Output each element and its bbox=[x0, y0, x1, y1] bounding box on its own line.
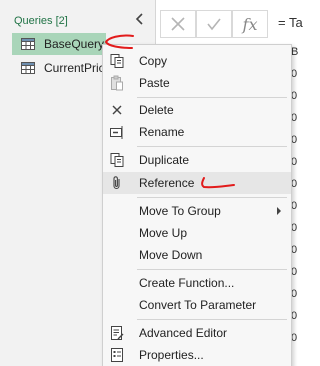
menu-separator bbox=[137, 319, 287, 320]
menu-item-label: Paste bbox=[139, 76, 170, 90]
grid-cell[interactable]: 0 bbox=[291, 222, 303, 244]
menu-item-label: Create Function... bbox=[139, 276, 235, 290]
menu-item-rename[interactable]: Rename bbox=[103, 121, 291, 143]
table-icon bbox=[21, 62, 35, 74]
menu-item-move-down[interactable]: Move Down bbox=[103, 244, 291, 266]
formula-input[interactable]: = Ta bbox=[278, 15, 318, 30]
properties-icon bbox=[111, 348, 123, 362]
paperclip-icon bbox=[113, 176, 120, 190]
fx-label: fx bbox=[242, 14, 258, 34]
cancel-formula-button[interactable] bbox=[160, 10, 196, 38]
menu-item-label: Properties... bbox=[139, 348, 204, 362]
menu-item-delete[interactable]: Delete bbox=[103, 99, 291, 121]
grid-cell[interactable]: 0 bbox=[291, 288, 303, 310]
menu-separator bbox=[137, 269, 287, 270]
menu-item-label: Move To Group bbox=[139, 204, 221, 218]
grid-cell[interactable]: 0 bbox=[291, 310, 303, 332]
menu-item-label: Copy bbox=[139, 54, 168, 68]
menu-separator bbox=[137, 97, 287, 98]
check-icon bbox=[207, 18, 221, 31]
grid-cell[interactable]: 0 bbox=[291, 332, 303, 354]
fx-button[interactable]: fx bbox=[232, 10, 268, 38]
collapse-pane-button[interactable] bbox=[133, 12, 147, 26]
grid-cell[interactable]: 0 bbox=[291, 68, 303, 90]
table-icon bbox=[21, 38, 35, 50]
duplicate-icon bbox=[110, 153, 124, 167]
menu-item-label: Move Down bbox=[139, 248, 203, 262]
grid-cell[interactable]: 0 bbox=[291, 134, 303, 156]
query-label: BaseQuery bbox=[44, 37, 105, 51]
grid-cell[interactable]: 0 bbox=[291, 90, 303, 112]
menu-item-duplicate[interactable]: Duplicate bbox=[103, 149, 291, 171]
menu-item-paste[interactable]: Paste bbox=[103, 72, 291, 94]
menu-item-label: Advanced Editor bbox=[139, 326, 228, 340]
copy-icon bbox=[110, 54, 124, 68]
menu-item-copy[interactable]: Copy bbox=[103, 50, 291, 72]
menu-separator bbox=[137, 146, 287, 147]
grid-cell[interactable]: 0 bbox=[291, 200, 303, 222]
menu-item-label: Convert To Parameter bbox=[139, 298, 257, 312]
submenu-arrow-icon bbox=[277, 207, 281, 215]
grid-cell[interactable]: 0 bbox=[291, 156, 303, 178]
close-icon bbox=[171, 17, 185, 31]
query-item-basequery[interactable]: BaseQuery bbox=[12, 33, 106, 55]
menu-item-label: Move Up bbox=[139, 226, 188, 240]
menu-item-move-to-group[interactable]: Move To Group bbox=[103, 200, 291, 222]
chevron-left-icon bbox=[135, 13, 143, 25]
advanced-editor-icon bbox=[111, 326, 124, 340]
menu-item-label: Duplicate bbox=[139, 153, 190, 167]
paste-icon bbox=[111, 75, 123, 91]
menu-item-reference[interactable]: Reference bbox=[103, 172, 291, 194]
grid-cell[interactable]: B bbox=[291, 46, 303, 68]
grid-cell[interactable]: 0 bbox=[291, 244, 303, 266]
delete-icon bbox=[112, 105, 122, 115]
grid-cell[interactable]: 0 bbox=[291, 266, 303, 288]
context-menu: Copy Paste Delete Rename Duplicate Refer… bbox=[102, 44, 292, 366]
menu-item-move-up[interactable]: Move Up bbox=[103, 222, 291, 244]
grid-cell[interactable]: 0 bbox=[291, 112, 303, 134]
menu-item-label: Reference bbox=[139, 176, 195, 190]
menu-item-advanced-editor[interactable]: Advanced Editor bbox=[103, 322, 291, 344]
menu-item-create-function[interactable]: Create Function... bbox=[103, 272, 291, 294]
menu-separator bbox=[137, 197, 287, 198]
menu-item-label: Delete bbox=[139, 103, 174, 117]
grid-cell[interactable]: 0 bbox=[291, 178, 303, 200]
menu-item-label: Rename bbox=[139, 125, 185, 139]
queries-header: Queries [2] bbox=[14, 15, 68, 27]
menu-item-convert-to-parameter[interactable]: Convert To Parameter bbox=[103, 294, 291, 316]
confirm-formula-button[interactable] bbox=[196, 10, 232, 38]
menu-item-properties[interactable]: Properties... bbox=[103, 344, 291, 366]
rename-icon bbox=[110, 126, 123, 139]
